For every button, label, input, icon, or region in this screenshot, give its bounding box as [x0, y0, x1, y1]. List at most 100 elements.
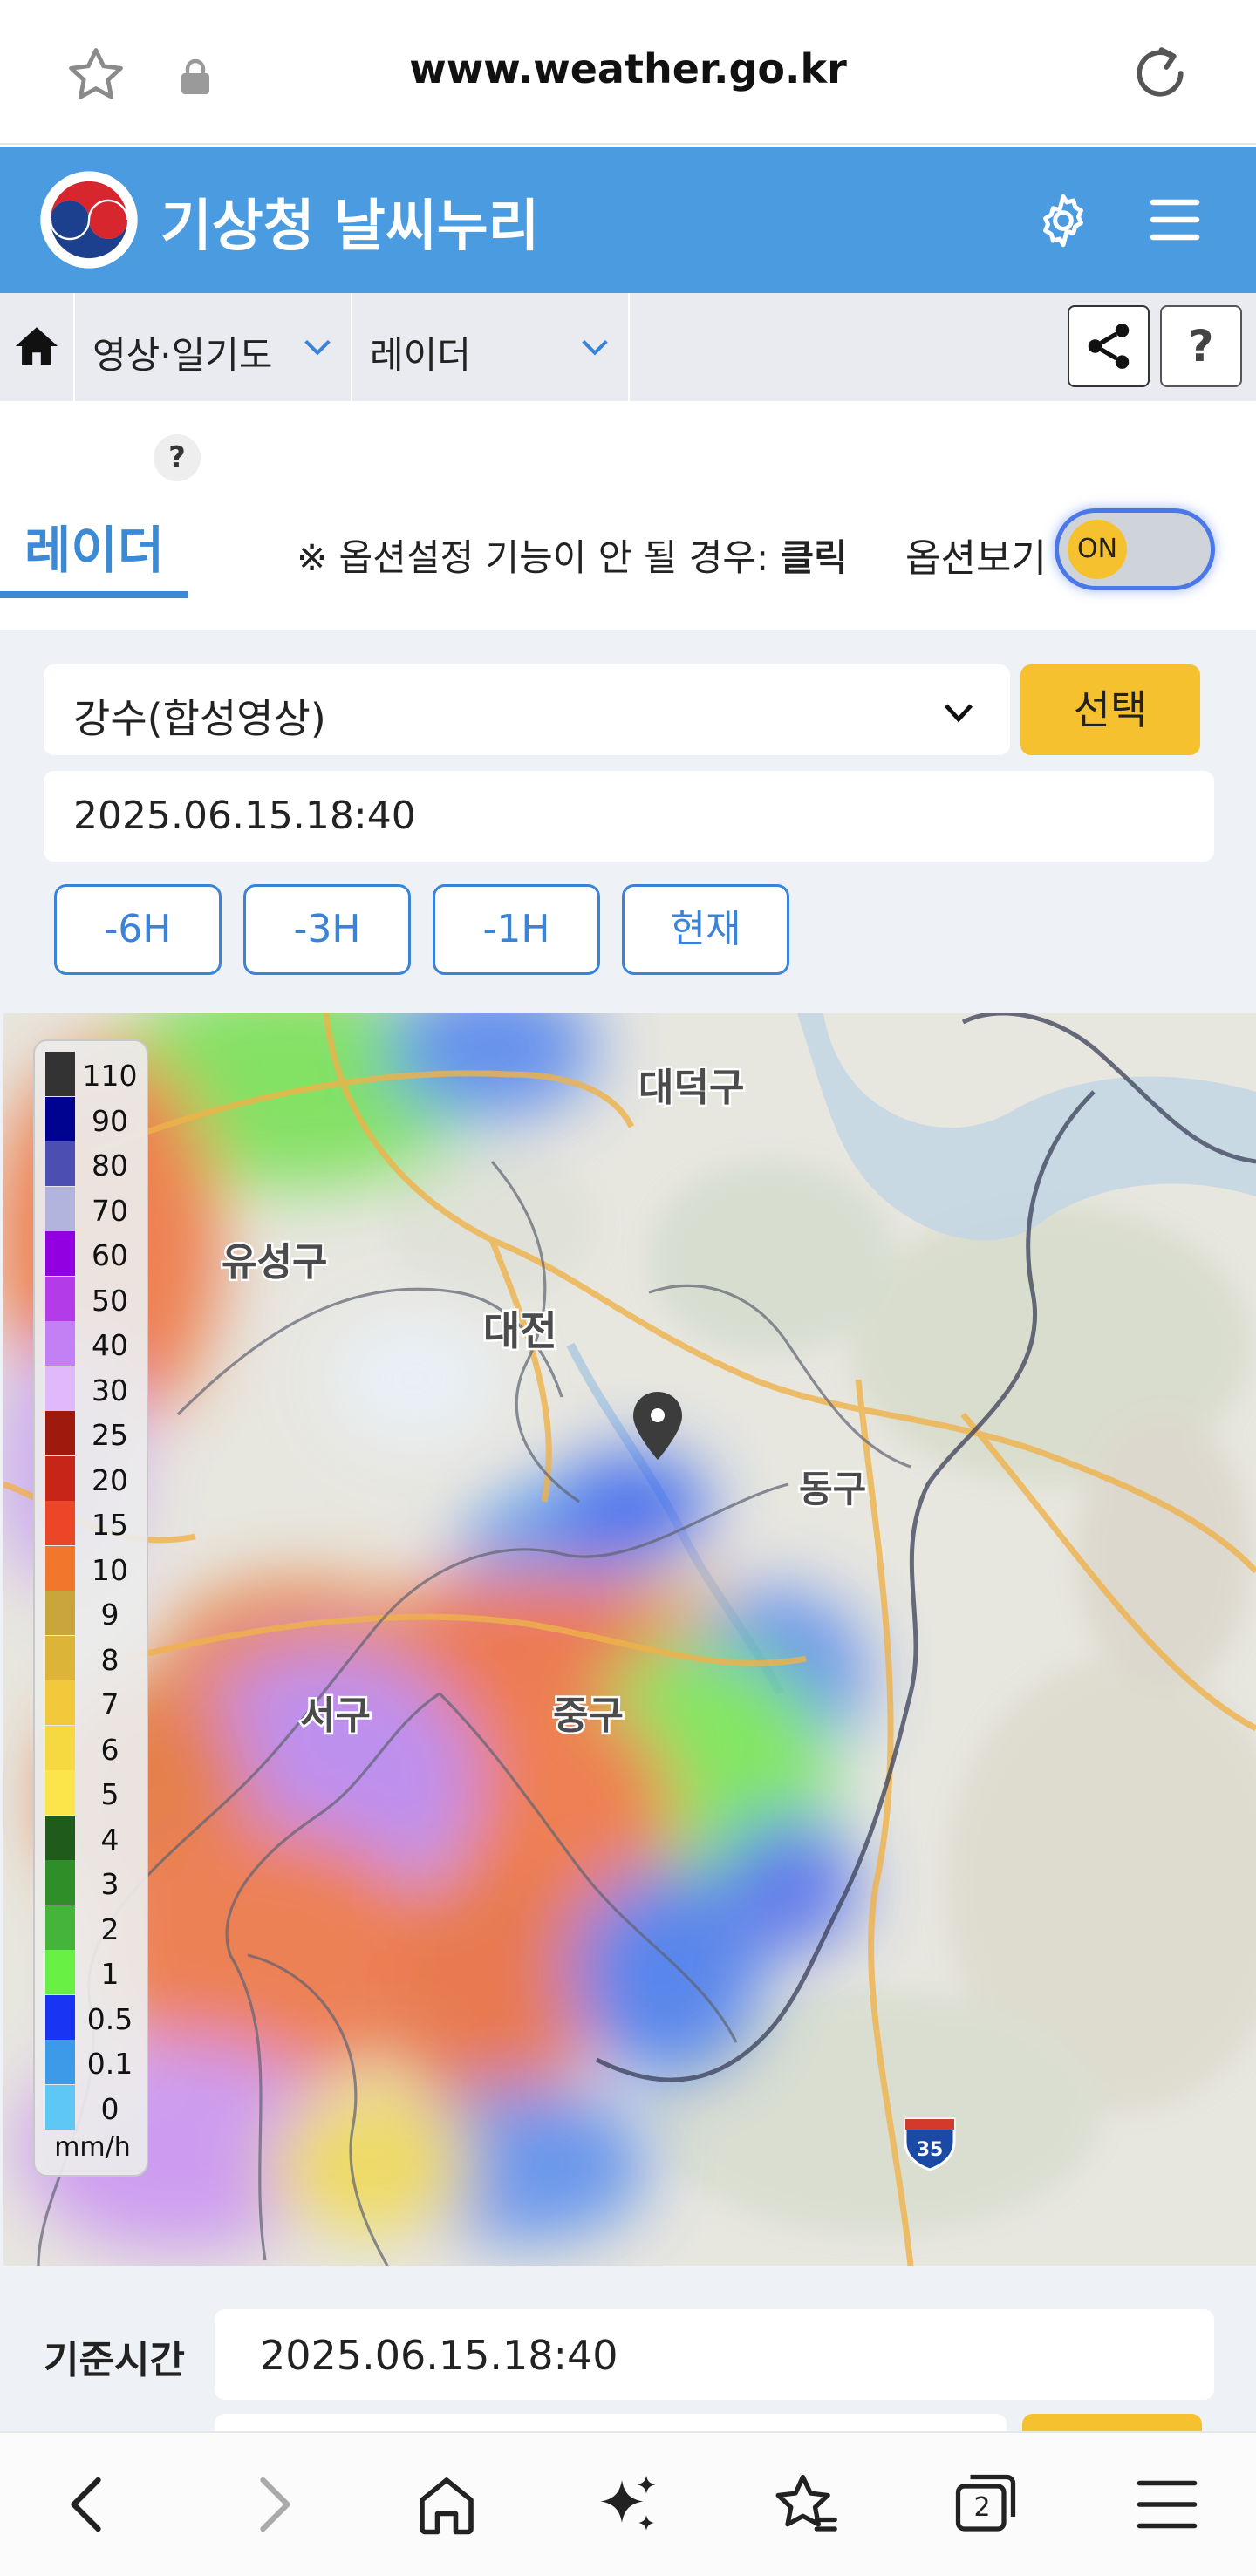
legend-row: 0 [45, 2084, 141, 2130]
legend-swatch [45, 1096, 75, 1141]
breadcrumb-label: 레이더 [370, 334, 471, 377]
radar-map-canvas[interactable]: 35 대덕구 유성구 대전 동구 서구 중구 [3, 1013, 1256, 2266]
legend-value: 70 [92, 1193, 128, 1228]
legend-swatch [45, 1905, 75, 1950]
now-button[interactable]: 현재 [622, 884, 789, 975]
legend-value: 10 [92, 1552, 128, 1587]
breadcrumb-label: 영상·일기도 [92, 334, 273, 377]
map-label-daedeok: 대덕구 [638, 1066, 744, 1110]
legend-row: 80 [45, 1141, 141, 1186]
tab-radar[interactable]: 레이더 ? [0, 434, 201, 598]
legend-row: 4 [45, 1815, 141, 1860]
site-header: 기상청 날씨누리 [0, 147, 1256, 293]
legend-value: 50 [92, 1283, 128, 1318]
legend-row: 2 [45, 1905, 141, 1950]
help-badge[interactable]: ? [154, 434, 201, 481]
breadcrumb-home[interactable] [0, 293, 75, 401]
legend-row: 5 [45, 1770, 141, 1815]
legend-swatch [45, 1455, 75, 1501]
chevron-down-icon [582, 339, 608, 356]
sparkle-icon[interactable] [591, 2468, 665, 2541]
legend-swatch [45, 1501, 75, 1545]
reload-icon[interactable] [1127, 40, 1193, 106]
tabs-count: 2 [973, 2492, 991, 2523]
browser-bottom-bar: 2 [0, 2431, 1256, 2576]
minus-6h-button[interactable]: -6H [54, 884, 222, 975]
legend-swatch [45, 1231, 75, 1276]
legend-swatch [45, 1321, 75, 1366]
menu-icon[interactable] [1148, 194, 1202, 246]
back-icon[interactable] [52, 2468, 126, 2541]
map-label-seogu: 서구 [300, 1693, 371, 1738]
legend-value: 7 [100, 1687, 119, 1721]
controls-panel: 강수(합성영상) 선택 2025.06.15.18:40 -6H -3H -1H… [0, 630, 1256, 1013]
datetime-field[interactable]: 2025.06.15.18:40 [44, 771, 1214, 862]
minus-1h-button[interactable]: -1H [433, 884, 600, 975]
legend-value: 8 [100, 1642, 119, 1677]
legend-row: 7 [45, 1680, 141, 1725]
forward-icon[interactable] [236, 2468, 309, 2541]
select-button[interactable]: 선택 [1020, 664, 1200, 755]
legend-row: 0.5 [45, 1994, 141, 2040]
legend-value: 20 [92, 1462, 128, 1497]
breadcrumb-item-page[interactable]: 레이더 [354, 293, 630, 401]
legend-value: 0.1 [86, 2047, 133, 2081]
chevron-down-icon [944, 704, 973, 723]
legend-value: 9 [100, 1598, 119, 1632]
option-notice: ※ 옵션설정 기능이 안 될 경우: 클릭 [297, 528, 848, 582]
browser-url-bar: www.weather.go.kr [0, 0, 1256, 145]
tabs-icon[interactable]: 2 [949, 2468, 1022, 2541]
options-label: 옵션보기 [905, 536, 1047, 581]
legend-value: 1 [100, 1957, 119, 1991]
kma-logo[interactable] [38, 169, 140, 270]
help-button[interactable]: ? [1160, 305, 1242, 387]
map-label-junggu: 중구 [553, 1693, 624, 1738]
legend-row: 20 [45, 1455, 141, 1501]
map-label-donggu: 동구 [799, 1468, 866, 1510]
home-icon[interactable] [410, 2468, 483, 2541]
legend-value: 80 [92, 1148, 128, 1182]
legend-value: 0 [100, 2091, 119, 2126]
legend-row: 60 [45, 1231, 141, 1276]
legend-row: 3 [45, 1860, 141, 1905]
legend-value: 3 [100, 1867, 119, 1901]
reference-time-label: 기준시간 [44, 2338, 185, 2382]
legend-value: 60 [92, 1238, 128, 1272]
notice-click-link[interactable]: 클릭 [781, 536, 848, 579]
legend-row: 0.1 [45, 2040, 141, 2084]
legend-swatch [45, 1186, 75, 1231]
minus-3h-button[interactable]: -3H [243, 884, 411, 975]
legend-value: 4 [100, 1822, 119, 1857]
legend-unit: mm/h [54, 2132, 131, 2163]
legend-row: 15 [45, 1501, 141, 1545]
legend-row: 90 [45, 1096, 141, 1141]
legend-swatch [45, 2084, 75, 2130]
legend-swatch [45, 1141, 75, 1186]
legend-value: 110 [82, 1059, 138, 1093]
legend-value: 2 [100, 1912, 119, 1946]
breadcrumb-item-category[interactable]: 영상·일기도 [77, 293, 352, 401]
legend-row: 8 [45, 1635, 141, 1680]
legend-swatch [45, 1411, 75, 1455]
legend-row: 1 [45, 1950, 141, 1994]
reference-time-field[interactable]: 2025.06.15.18:40 [215, 2309, 1214, 2400]
url-text[interactable]: www.weather.go.kr [0, 45, 1256, 92]
legend-row: 9 [45, 1591, 141, 1635]
legend-swatch [45, 1591, 75, 1635]
options-toggle[interactable]: ON [1059, 513, 1211, 586]
legend-row: 70 [45, 1186, 141, 1231]
share-button[interactable] [1068, 305, 1150, 387]
legend-row: 10 [45, 1545, 141, 1591]
gear-icon[interactable] [1033, 190, 1094, 251]
tab-radar-label: 레이더 [24, 521, 165, 580]
legend-swatch [45, 2040, 75, 2084]
favorites-icon[interactable] [769, 2468, 843, 2541]
legend-swatch [45, 1815, 75, 1860]
radar-map[interactable]: 35 대덕구 유성구 대전 동구 서구 중구 mm/h 110 90 80 70 60 5… [0, 1013, 1256, 2266]
product-select[interactable]: 강수(합성영상) [44, 664, 1010, 755]
map-label-daejeon: 대전 [483, 1307, 557, 1354]
legend-swatch [45, 1052, 75, 1096]
menu-icon[interactable] [1130, 2468, 1204, 2541]
site-title[interactable]: 기상청 날씨누리 [160, 181, 539, 262]
legend-value: 15 [92, 1508, 128, 1542]
